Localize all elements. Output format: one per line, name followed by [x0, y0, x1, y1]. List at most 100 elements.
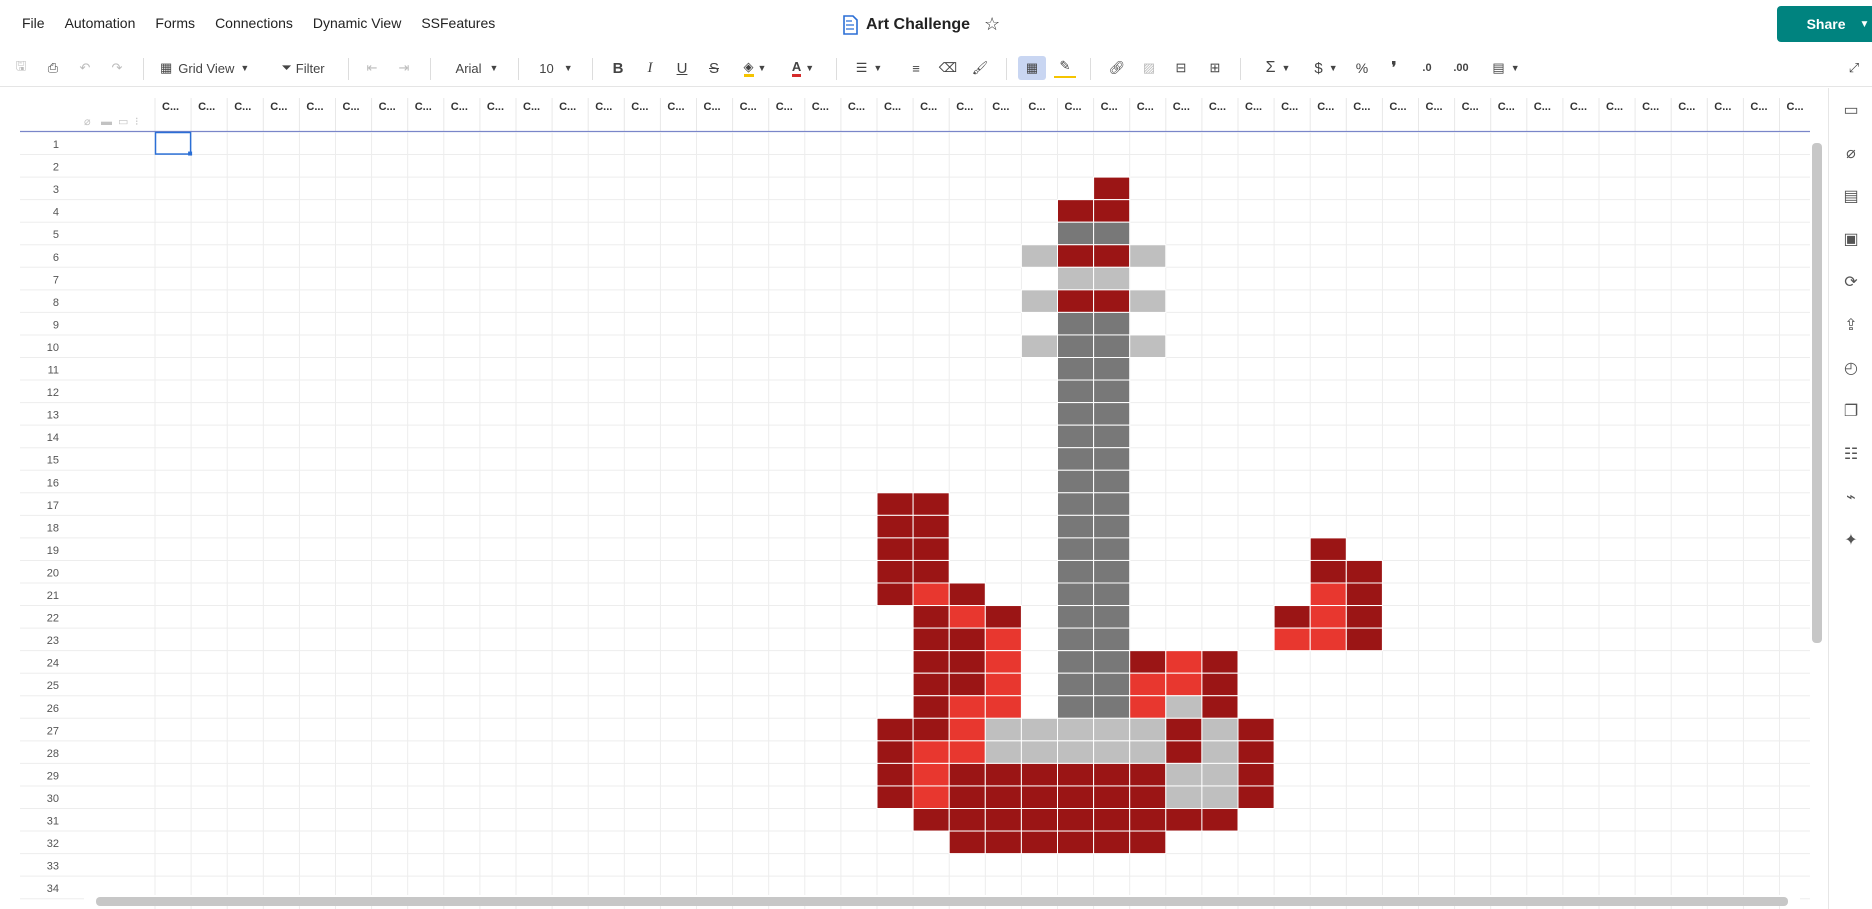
- column-header[interactable]: C...: [1750, 101, 1767, 113]
- art-cell[interactable]: [912, 762, 950, 787]
- row-number[interactable]: 28: [47, 748, 59, 760]
- art-cell[interactable]: [1165, 808, 1203, 832]
- insert-row-icon[interactable]: ⊟: [1170, 56, 1192, 80]
- art-cell[interactable]: [984, 695, 1022, 719]
- row-number[interactable]: 1: [53, 139, 59, 151]
- row-number[interactable]: 20: [47, 567, 59, 579]
- art-cell[interactable]: [1345, 627, 1383, 652]
- proofs-icon[interactable]: ▤: [1841, 186, 1861, 206]
- art-cell[interactable]: [912, 695, 950, 719]
- menu-automation[interactable]: Automation: [55, 13, 146, 33]
- art-cell[interactable]: [1093, 605, 1131, 629]
- art-cell[interactable]: [1057, 402, 1095, 426]
- row-number[interactable]: 22: [47, 613, 59, 625]
- art-cell[interactable]: [948, 717, 986, 742]
- art-cell[interactable]: [1057, 650, 1095, 674]
- column-header[interactable]: C...: [776, 101, 793, 113]
- column-header[interactable]: C...: [1281, 101, 1298, 113]
- column-header[interactable]: C...: [523, 101, 540, 113]
- art-cell[interactable]: [1093, 830, 1131, 855]
- art-cell[interactable]: [1129, 717, 1167, 742]
- art-cell[interactable]: [984, 605, 1022, 629]
- column-header[interactable]: C...: [1209, 101, 1226, 113]
- art-cell[interactable]: [1020, 244, 1059, 268]
- column-header[interactable]: C...: [848, 101, 865, 113]
- art-cell[interactable]: [1129, 785, 1167, 810]
- percent-icon[interactable]: %: [1352, 56, 1372, 80]
- art-cell[interactable]: [1201, 695, 1239, 719]
- column-header[interactable]: C...: [270, 101, 287, 113]
- horizontal-scrollbar[interactable]: [84, 895, 1800, 906]
- art-cell[interactable]: [912, 672, 950, 697]
- vertical-scroll-thumb[interactable]: [1812, 143, 1822, 643]
- column-header[interactable]: C...: [1173, 101, 1190, 113]
- sheet-title[interactable]: Art Challenge: [866, 16, 970, 34]
- art-cell[interactable]: [1057, 627, 1095, 652]
- column-header[interactable]: C...: [559, 101, 576, 113]
- link-icon[interactable]: 🔗︎: [1106, 56, 1128, 80]
- art-cell[interactable]: [1020, 830, 1059, 855]
- row-number[interactable]: 6: [53, 252, 59, 264]
- menu-dynamic-view[interactable]: Dynamic View: [303, 13, 411, 33]
- art-cell[interactable]: [948, 808, 986, 832]
- row-number[interactable]: 10: [47, 342, 59, 354]
- art-cell[interactable]: [1165, 695, 1203, 719]
- art-cell[interactable]: [1093, 379, 1131, 404]
- art-cell[interactable]: [912, 582, 950, 607]
- art-cell[interactable]: [1093, 559, 1131, 584]
- briefcase-icon[interactable]: ▣: [1841, 229, 1861, 249]
- sum-button[interactable]: Σ ▼: [1260, 56, 1296, 80]
- currency-button[interactable]: $ ▼: [1308, 56, 1344, 80]
- row-number[interactable]: 24: [47, 658, 59, 670]
- art-cell[interactable]: [1201, 672, 1239, 697]
- align-button[interactable]: ☰ ▼: [852, 56, 886, 80]
- share-dropdown-icon[interactable]: ▼: [1860, 19, 1870, 30]
- art-cell[interactable]: [1093, 424, 1131, 449]
- row-number[interactable]: 33: [47, 861, 59, 873]
- column-header[interactable]: C...: [992, 101, 1009, 113]
- column-header[interactable]: C...: [1642, 101, 1659, 113]
- row-number[interactable]: 17: [47, 500, 59, 512]
- ai-sparkle-icon[interactable]: ✦: [1841, 530, 1861, 550]
- column-header[interactable]: C...: [1389, 101, 1406, 113]
- art-cell[interactable]: [876, 492, 914, 516]
- art-cell[interactable]: [1093, 537, 1131, 561]
- art-cell[interactable]: [1093, 176, 1131, 201]
- art-cell[interactable]: [1129, 762, 1167, 787]
- column-header[interactable]: C...: [1317, 101, 1334, 113]
- column-header[interactable]: C...: [631, 101, 648, 113]
- summary-icon[interactable]: ◴: [1841, 358, 1861, 378]
- art-cell[interactable]: [1237, 762, 1275, 787]
- art-cell[interactable]: [1273, 627, 1311, 652]
- row-number[interactable]: 21: [47, 590, 59, 602]
- menu-connections[interactable]: Connections: [205, 13, 303, 33]
- art-cell[interactable]: [1345, 582, 1383, 607]
- column-header[interactable]: C...: [343, 101, 360, 113]
- column-header[interactable]: C...: [884, 101, 901, 113]
- indent-icon[interactable]: ⇥: [394, 56, 414, 80]
- underline-icon[interactable]: U: [672, 56, 692, 80]
- art-cell[interactable]: [1020, 334, 1059, 358]
- art-cell[interactable]: [1093, 311, 1131, 336]
- art-cell[interactable]: [1129, 695, 1167, 719]
- row-number[interactable]: 16: [47, 477, 59, 489]
- column-header[interactable]: C...: [1353, 101, 1370, 113]
- art-cell[interactable]: [948, 695, 986, 719]
- column-header[interactable]: C...: [704, 101, 721, 113]
- column-header[interactable]: C...: [379, 101, 396, 113]
- art-cell[interactable]: [1093, 650, 1131, 674]
- art-cell[interactable]: [1201, 717, 1239, 742]
- strikethrough-icon[interactable]: S: [704, 56, 724, 80]
- column-header[interactable]: C...: [1570, 101, 1587, 113]
- column-header[interactable]: C...: [1714, 101, 1731, 113]
- print-icon[interactable]: ⎙: [42, 56, 64, 80]
- bold-icon[interactable]: B: [608, 56, 628, 80]
- art-cell[interactable]: [984, 740, 1022, 764]
- row-number[interactable]: 34: [47, 883, 59, 895]
- art-cell[interactable]: [984, 717, 1022, 742]
- art-cell[interactable]: [876, 740, 914, 764]
- art-cell[interactable]: [876, 785, 914, 810]
- art-cell[interactable]: [1057, 357, 1095, 381]
- art-cell[interactable]: [1093, 627, 1131, 652]
- sheet-grid[interactable]: ⌀ ▬ ▭ ⁝ C... C... C... C... C... C... C... C... C...…: [0, 88, 1810, 909]
